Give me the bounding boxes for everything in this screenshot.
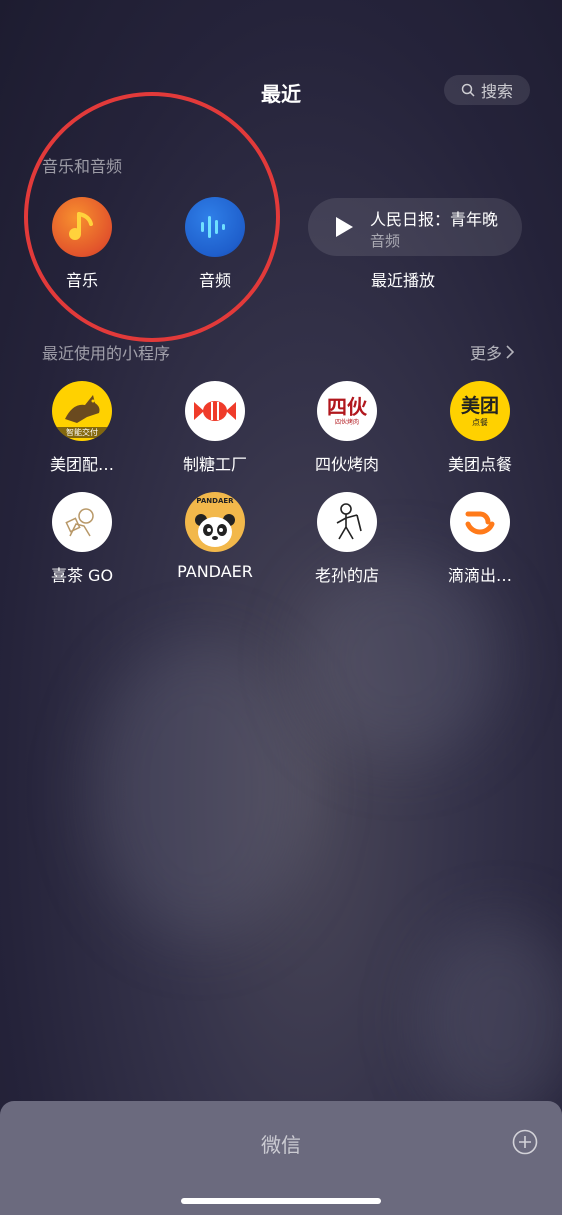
search-label: 搜索 [480,82,513,101]
mini-program-label: PANDAER [177,562,253,581]
badge-text: 智能交付 [52,427,112,438]
logo-text: 四伙 [327,394,367,419]
mini-program-meituan-order[interactable]: 美团 点餐 美团点餐 [430,381,530,475]
logo-subtext: 点餐 [472,417,488,427]
panda-logo-icon: PANDAER [185,492,245,552]
logo-text: PANDAER [196,497,234,505]
highlight-annotation-circle [24,92,280,342]
chevron-right-icon [506,345,515,359]
logo-subtext: 四伙烤肉 [334,418,359,426]
meituan-logo-icon: 美团 点餐 [450,381,510,441]
mini-program-heytea[interactable]: 喜茶 GO [32,492,132,586]
play-icon [336,217,353,237]
recent-audio-card[interactable]: 人民日报：青年晚 音频 [308,198,522,256]
mini-program-laosun-shop[interactable]: 老孙的店 [297,492,397,586]
mini-program-label: 老孙的店 [314,566,379,585]
mini-program-sihuo-bbq[interactable]: 四伙 四伙烤肉 四伙烤肉 [297,381,397,475]
search-icon [461,83,475,97]
background-blur [90,640,310,940]
mini-program-meituan-delivery[interactable]: 智能交付 美团配… [32,381,132,475]
search-button[interactable]: 搜索 [444,75,530,105]
more-link[interactable]: 更多 [470,340,515,364]
sihuo-logo-icon: 四伙 四伙烤肉 [317,381,377,441]
bottom-bar-title: 微信 [261,1133,301,1157]
recent-audio-subtitle: 音频 [370,232,401,250]
mini-program-didi[interactable]: 滴滴出… [430,492,530,586]
background-blur [300,560,500,760]
recent-play-label: 最近播放 [370,271,435,290]
bottom-wechat-bar[interactable]: 微信 [0,1101,562,1215]
background-blur [420,920,562,1120]
mini-programs-section-label: 最近使用的小程序 [42,344,171,363]
plus-circle-icon[interactable] [512,1129,538,1155]
home-indicator[interactable] [181,1198,381,1204]
more-label: 更多 [470,344,503,363]
mini-program-label: 美团配… [49,455,114,474]
candy-icon [185,381,245,441]
didi-logo-icon [450,492,510,552]
mini-program-label: 四伙烤肉 [314,455,379,474]
stickman-logo-icon [317,492,377,552]
logo-text: 美团 [460,394,499,417]
mini-program-label: 滴滴出… [447,566,512,585]
kangaroo-logo-icon: 智能交付 [52,381,112,441]
mini-program-label: 制糖工厂 [182,455,247,474]
mini-program-label: 美团点餐 [447,455,512,474]
mini-program-candy-factory[interactable]: 制糖工厂 [165,381,265,475]
heytea-logo-icon [52,492,112,552]
recent-audio-title: 人民日报：青年晚 [370,210,499,229]
mini-program-label: 喜茶 GO [50,566,114,585]
mini-program-pandaer[interactable]: PANDAER PANDAER [165,492,265,581]
